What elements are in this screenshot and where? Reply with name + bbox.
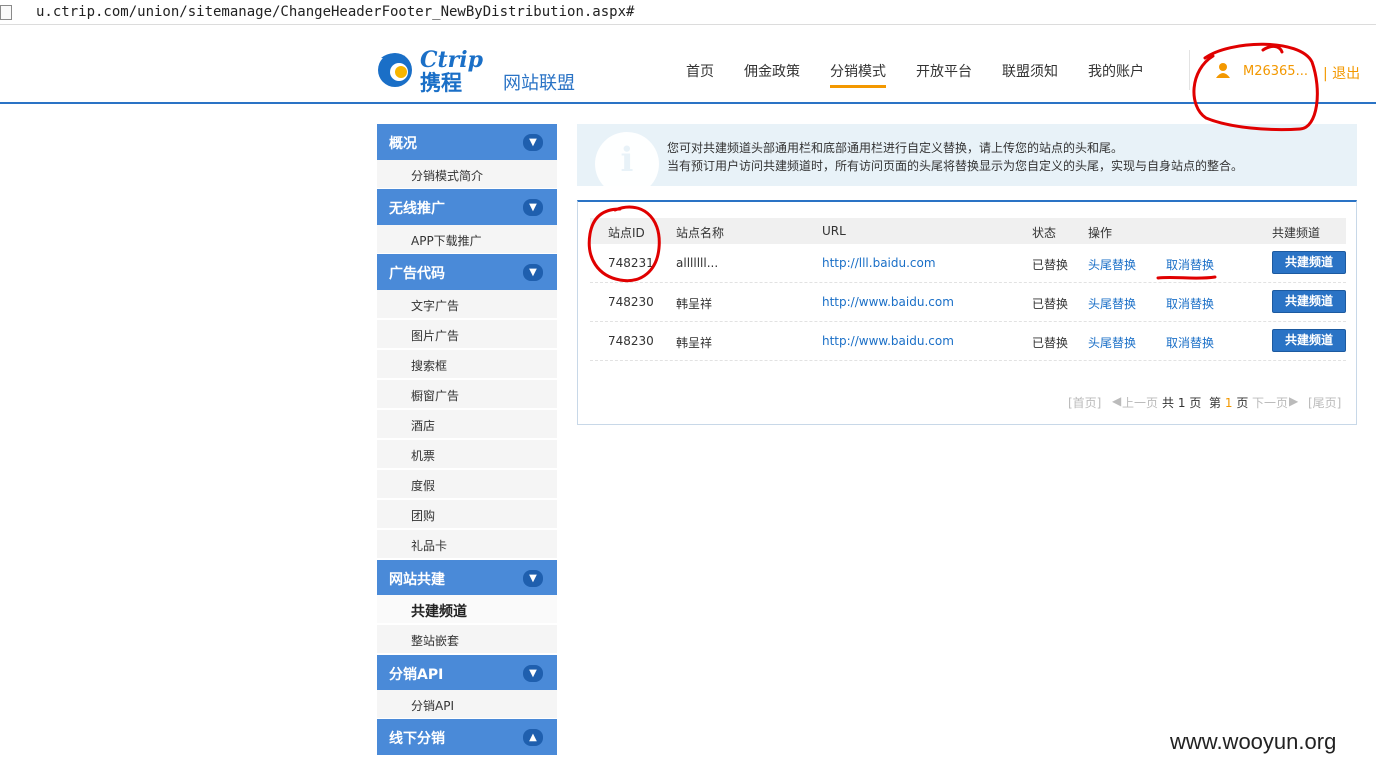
union-label: 网站联盟 <box>503 73 575 94</box>
replace-header-footer-link[interactable]: 头尾替换 <box>1088 334 1136 351</box>
cell-url-link[interactable]: http://www.baidu.com <box>822 295 954 309</box>
pager-first[interactable]: [首页] <box>1068 394 1101 411</box>
sidebar-item-cobuild-channel[interactable]: 共建频道 <box>377 595 557 624</box>
sidebar-group-title: 线下分销 <box>389 731 445 747</box>
chevron-down-icon[interactable]: ▼ <box>523 199 543 216</box>
col-cobuild: 共建频道 <box>1272 226 1321 240</box>
sidebar-group-title: 无线推广 <box>389 201 445 217</box>
next-arrow-icon[interactable]: ▶ <box>1289 394 1298 408</box>
chevron-down-icon[interactable]: ▼ <box>523 665 543 682</box>
sidebar-item-app-download[interactable]: APP下载推广 <box>377 225 557 254</box>
pager-prev[interactable]: 上一页 <box>1122 394 1158 411</box>
notice-line-2: 当有预订用户访问共建频道时，所有访问页面的头尾将替换显示为您自定义的头尾，实现与… <box>667 159 1244 173</box>
col-site-name: 站点名称 <box>676 226 725 240</box>
row-divider <box>590 360 1346 361</box>
chevron-down-icon[interactable]: ▼ <box>523 570 543 587</box>
cobuild-channel-button[interactable]: 共建频道 <box>1272 329 1346 352</box>
sidebar-item-image-ad[interactable]: 图片广告 <box>377 320 557 349</box>
address-url[interactable]: u.ctrip.com/union/sitemanage/ChangeHeade… <box>36 4 634 20</box>
nav-commission[interactable]: 佣金政策 <box>744 61 800 81</box>
sidebar-item-intro[interactable]: 分销模式简介 <box>377 160 557 189</box>
sidebar-item-api[interactable]: 分销API <box>377 690 557 719</box>
cell-url-link[interactable]: http://lll.baidu.com <box>822 256 936 270</box>
pager-current-number: 1 <box>1224 396 1233 410</box>
browser-address-bar[interactable]: u.ctrip.com/union/sitemanage/ChangeHeade… <box>0 0 1376 25</box>
info-icon-glyph: i <box>620 140 634 180</box>
sidebar-item-text-ad[interactable]: 文字广告 <box>377 290 557 319</box>
prev-arrow-icon[interactable]: ◀ <box>1112 394 1121 408</box>
sidebar-item-flight[interactable]: 机票 <box>377 440 557 469</box>
sidebar-item-hotel[interactable]: 酒店 <box>377 410 557 439</box>
cell-url-link[interactable]: http://www.baidu.com <box>822 334 954 348</box>
col-operation: 操作 <box>1088 226 1113 240</box>
replace-header-footer-link[interactable]: 头尾替换 <box>1088 295 1136 312</box>
nav-divider <box>1189 50 1190 90</box>
pager-total: 共 1 页 <box>1162 394 1201 411</box>
nav-home[interactable]: 首页 <box>686 61 714 81</box>
sidebar-group-title: 广告代码 <box>389 266 445 282</box>
sidebar-item-showcase-ad[interactable]: 橱窗广告 <box>377 380 557 409</box>
sidebar-item-search-box[interactable]: 搜索框 <box>377 350 557 379</box>
cancel-replace-link[interactable]: 取消替换 <box>1166 295 1214 312</box>
sidebar-group-title: 分销API <box>389 667 444 683</box>
ctrip-dolphin-logo-icon[interactable] <box>377 50 413 90</box>
row-divider <box>590 282 1346 283</box>
logo-chinese: 携程 <box>420 71 462 95</box>
sidebar-item-group-buy[interactable]: 团购 <box>377 500 557 529</box>
user-name[interactable]: M26365... <box>1243 64 1308 79</box>
page-icon <box>0 5 12 20</box>
nav-open-platform[interactable]: 开放平台 <box>916 61 972 81</box>
pager-last[interactable]: [尾页] <box>1308 394 1341 411</box>
cell-site-name: 韩呈祥 <box>676 297 713 311</box>
chevron-down-icon[interactable]: ▼ <box>523 134 543 151</box>
pager-total-suffix: 页 <box>1189 396 1202 410</box>
cell-status: 已替换 <box>1032 258 1069 272</box>
sidebar-item-site-embed[interactable]: 整站嵌套 <box>377 625 557 654</box>
pager-total-prefix: 共 <box>1162 396 1175 410</box>
cell-site-name: alllllll... <box>676 256 719 270</box>
pager-current-prefix: 第 <box>1209 396 1222 410</box>
sidebar-item-vacation[interactable]: 度假 <box>377 470 557 499</box>
nav-my-account[interactable]: 我的账户 <box>1088 61 1144 81</box>
col-status: 状态 <box>1032 226 1057 240</box>
sidebar-group-site-cobuild[interactable]: 网站共建 ▼ <box>377 560 557 596</box>
sidebar-group-title: 概况 <box>389 136 417 152</box>
pager-next[interactable]: 下一页 <box>1252 394 1288 411</box>
row-divider <box>590 321 1346 322</box>
cancel-replace-link[interactable]: 取消替换 <box>1166 334 1214 351</box>
header-divider <box>0 102 1376 104</box>
notice-line-1: 您可对共建频道头部通用栏和底部通用栏进行自定义替换，请上传您的站点的头和尾。 <box>667 141 1124 155</box>
sidebar-group-overview[interactable]: 概况 ▼ <box>377 124 557 160</box>
cell-site-id: 748230 <box>608 334 654 348</box>
pager-current: 第 1 页 <box>1209 394 1248 411</box>
pager-current-suffix: 页 <box>1236 396 1249 410</box>
cell-site-id: 748231 <box>608 256 654 270</box>
cobuild-channel-button[interactable]: 共建频道 <box>1272 251 1346 274</box>
cell-site-id: 748230 <box>608 295 654 309</box>
user-icon <box>1216 63 1230 78</box>
sidebar-group-title: 网站共建 <box>389 572 445 588</box>
chevron-down-icon[interactable]: ▼ <box>523 264 543 281</box>
cancel-replace-link[interactable]: 取消替换 <box>1166 256 1214 273</box>
sidebar-item-gift-card[interactable]: 礼品卡 <box>377 530 557 559</box>
pager-total-count: 1 <box>1177 396 1186 410</box>
sidebar-group-api[interactable]: 分销API ▼ <box>377 655 557 691</box>
replace-header-footer-link[interactable]: 头尾替换 <box>1088 256 1136 273</box>
sidebar-group-ad-code[interactable]: 广告代码 ▼ <box>377 254 557 290</box>
chevron-up-icon[interactable]: ▲ <box>523 729 543 746</box>
col-url: URL <box>822 224 846 238</box>
cell-status: 已替换 <box>1032 336 1069 350</box>
cell-site-name: 韩呈祥 <box>676 336 713 350</box>
nav-notice[interactable]: 联盟须知 <box>1002 61 1058 81</box>
nav-distribution[interactable]: 分销模式 <box>830 61 886 88</box>
logout-link[interactable]: | 退出 <box>1323 63 1360 83</box>
cell-status: 已替换 <box>1032 297 1069 311</box>
cobuild-channel-button[interactable]: 共建频道 <box>1272 290 1346 313</box>
sidebar-group-wireless[interactable]: 无线推广 ▼ <box>377 189 557 225</box>
watermark-text: www.wooyun.org <box>1170 729 1337 754</box>
col-site-id: 站点ID <box>608 226 645 240</box>
sidebar-group-offline[interactable]: 线下分销 ▲ <box>377 719 557 755</box>
